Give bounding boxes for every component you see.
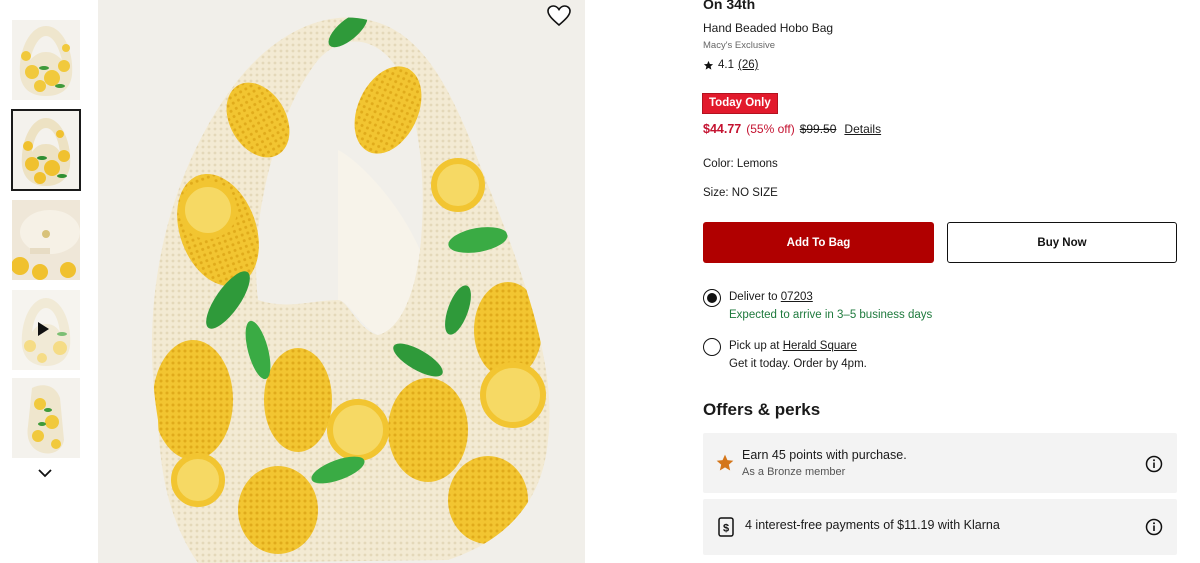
deliver-radio[interactable] [703, 289, 721, 307]
klarna-perk: $ 4 interest-free payments of $11.19 wit… [703, 499, 1177, 555]
brand-name[interactable]: On 34th [703, 0, 755, 12]
thumbnail-video[interactable] [12, 290, 80, 370]
star-icon [716, 454, 734, 471]
buy-now-button[interactable]: Buy Now [947, 222, 1177, 263]
size-selection: Size: NO SIZE [703, 187, 778, 199]
add-to-bag-button[interactable]: Add To Bag [703, 222, 934, 263]
heart-icon[interactable] [546, 4, 572, 28]
pickup-eta: Get it today. Order by 4pm. [729, 358, 867, 370]
exclusive-label: Macy's Exclusive [703, 40, 776, 51]
discount-percent: (55% off) [746, 122, 795, 136]
deliver-option: Deliver to 07203 [729, 291, 813, 303]
review-count-link[interactable]: (26) [738, 59, 758, 71]
price-details-link[interactable]: Details [844, 122, 881, 136]
points-perk-title: Earn 45 points with purchase. [742, 448, 907, 462]
play-icon [38, 322, 49, 336]
price-row: $44.77 (55% off) $99.50 Details [703, 122, 881, 136]
today-only-badge: Today Only [702, 93, 778, 114]
main-product-image [98, 0, 585, 563]
points-perk-subtitle: As a Bronze member [742, 466, 846, 478]
color-selection: Color: Lemons [703, 158, 778, 170]
rating-value: 4.1 [718, 59, 734, 71]
klarna-perk-title: 4 interest-free payments of $11.19 with … [745, 518, 1000, 532]
sale-price: $44.77 [703, 122, 742, 136]
chevron-down-icon[interactable] [36, 466, 54, 480]
offers-heading: Offers & perks [703, 400, 821, 419]
original-price: $99.50 [799, 122, 837, 136]
thumbnail-1[interactable] [12, 20, 80, 100]
thumbnail-5[interactable] [12, 378, 80, 458]
zip-code-link[interactable]: 07203 [781, 291, 813, 303]
dollar-card-icon: $ [718, 517, 734, 537]
pickup-label: Pick up at [729, 340, 780, 352]
product-title: Hand Beaded Hobo Bag [703, 21, 834, 35]
pickup-radio[interactable] [703, 338, 721, 356]
delivery-eta: Expected to arrive in 3–5 business days [729, 309, 933, 321]
store-link[interactable]: Herald Square [783, 340, 857, 352]
svg-text:$: $ [723, 523, 729, 535]
thumbnail-2[interactable] [11, 109, 81, 191]
thumbnail-3[interactable] [12, 200, 80, 280]
points-perk: Earn 45 points with purchase. As a Bronz… [703, 433, 1177, 493]
info-icon[interactable] [1145, 518, 1163, 536]
pickup-option: Pick up at Herald Square [729, 340, 857, 352]
info-icon[interactable] [1145, 455, 1163, 473]
rating: 4.1 (26) [703, 59, 758, 71]
deliver-label: Deliver to [729, 291, 778, 303]
star-icon [703, 60, 714, 70]
